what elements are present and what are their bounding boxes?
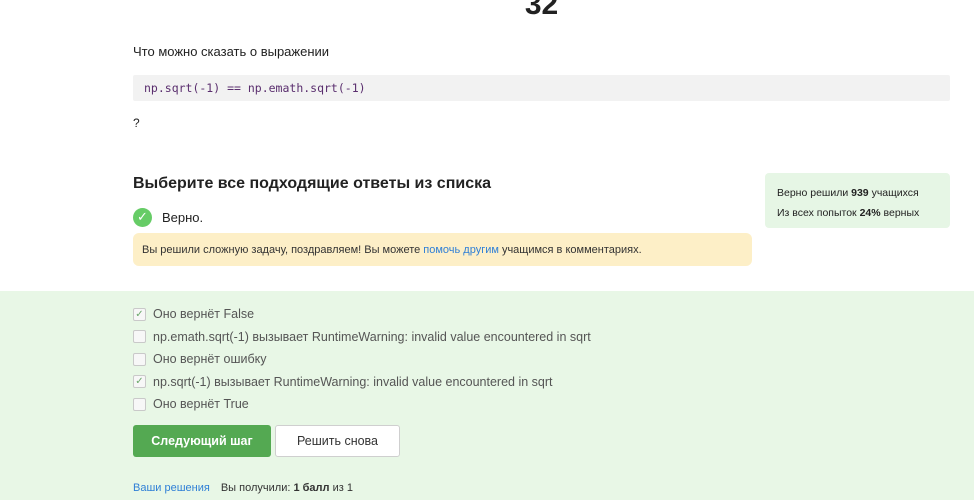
stats-percent-value: 24% [859, 207, 881, 219]
option-item[interactable]: Оно вернёт True [133, 393, 591, 415]
stats-solved-suffix: учащихся [871, 187, 919, 199]
your-solutions-link[interactable]: Ваши решения [133, 482, 210, 494]
option-item[interactable]: Оно вернёт ошибку [133, 348, 591, 370]
option-label: Оно вернёт False [153, 307, 255, 321]
step-page: 32 Что можно сказать о выражении np.sqrt… [0, 0, 974, 500]
option-label: Оно вернёт ошибку [153, 352, 267, 366]
score-of: из [332, 482, 344, 494]
question-text: Что можно сказать о выражении [133, 44, 330, 59]
stats-percent: Из всех попыток 24% верных [777, 203, 938, 223]
step-number: 32 [524, 0, 559, 21]
checkbox[interactable] [133, 397, 146, 411]
check-circle-icon: ✓ [133, 207, 152, 227]
score-prefix: Вы получили: [220, 482, 291, 494]
stats-solved-count: 939 [851, 187, 869, 199]
option-label: Оно вернёт True [153, 397, 249, 411]
checkbox[interactable] [133, 352, 146, 366]
stats-solved: Верно решили 939 учащихся [777, 183, 938, 203]
stats-panel: Верно решили 939 учащихся Из всех попыто… [765, 173, 950, 228]
options-list: ✓ Оно вернёт False np.emath.sqrt(-1) выз… [133, 303, 591, 416]
score-value: 1 балл [293, 482, 330, 494]
checkbox[interactable]: ✓ [133, 375, 146, 388]
verdict: ✓ Верно. [133, 207, 203, 227]
retry-button[interactable]: Решить снова [275, 425, 400, 457]
question-suffix: ? [133, 116, 140, 130]
option-label: np.emath.sqrt(-1) вызывает RuntimeWarnin… [153, 329, 591, 344]
congrats-notice: Вы решили сложную задачу, поздравляем! В… [133, 233, 752, 266]
option-label: np.sqrt(-1) вызывает RuntimeWarning: inv… [153, 374, 553, 389]
checkbox[interactable] [133, 330, 146, 343]
option-item[interactable]: np.emath.sqrt(-1) вызывает RuntimeWarnin… [133, 326, 591, 348]
stats-percent-suffix: верных [883, 207, 920, 219]
stats-percent-prefix: Из всех попыток [777, 207, 857, 219]
code-block: np.sqrt(-1) == np.emath.sqrt(-1) [133, 75, 950, 101]
help-others-link[interactable]: помочь другим [423, 244, 499, 256]
option-item[interactable]: ✓ np.sqrt(-1) вызывает RuntimeWarning: i… [133, 371, 591, 393]
answers-heading: Выберите все подходящие ответы из списка [133, 175, 491, 192]
checkbox[interactable]: ✓ [133, 307, 146, 321]
congrats-text: Вы решили сложную задачу, поздравляем! В… [142, 243, 421, 256]
congrats-text-end: учащимся в комментариях. [501, 243, 642, 256]
next-step-button[interactable]: Следующий шаг [133, 425, 271, 457]
option-item[interactable]: ✓ Оно вернёт False [133, 303, 591, 325]
stats-solved-prefix: Верно решили [777, 187, 849, 199]
verdict-text: Верно. [162, 209, 204, 225]
score-max: 1 [346, 482, 353, 494]
footer: Ваши решения Вы получили: 1 балл из 1 [133, 482, 353, 494]
